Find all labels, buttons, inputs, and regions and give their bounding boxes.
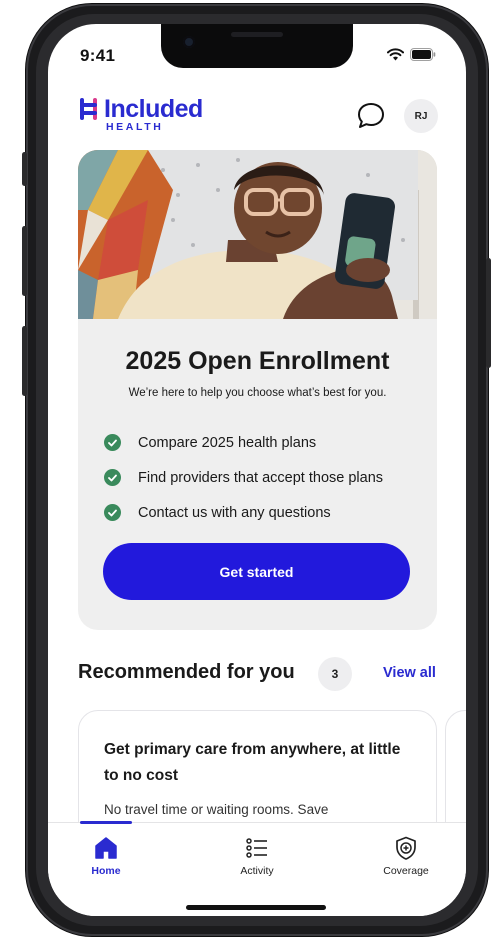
messages-button[interactable]	[356, 100, 386, 130]
checklist-item-label: Find providers that accept those plans	[138, 469, 384, 486]
card-title: 2025 Open Enrollment	[125, 347, 390, 375]
checkmark-icon	[104, 504, 121, 521]
home-icon	[95, 837, 117, 859]
tab-coverage[interactable]: Coverage	[361, 835, 451, 877]
checkmark-icon	[104, 469, 121, 486]
chat-bubble-icon	[358, 103, 384, 128]
tab-activity[interactable]: Activity	[212, 835, 302, 877]
recommendation-body: No travel time or waiting rooms. Save	[104, 802, 329, 817]
checkmark-icon	[104, 434, 121, 451]
volume-down-button	[22, 326, 27, 396]
checklist-item: Compare 2025 health plans	[104, 425, 383, 460]
power-button	[486, 258, 491, 368]
benefits-checklist: Compare 2025 health plans Find providers…	[104, 425, 383, 530]
bottom-tab-bar: Home Activity Coverage	[48, 821, 466, 916]
notch	[161, 24, 353, 68]
status-icons	[387, 48, 436, 61]
shield-plus-icon	[396, 836, 416, 860]
section-title: Recommended for you	[78, 661, 295, 683]
card-subtitle: We’re here to help you choose what’s bes…	[128, 387, 387, 399]
status-time: 9:41	[80, 46, 116, 65]
active-tab-indicator	[80, 821, 132, 824]
get-started-button[interactable]: Get started	[103, 543, 410, 600]
app-screen: 9:41 Included HEALTH RJ 2025 Open Enroll…	[48, 24, 466, 916]
mute-switch	[22, 152, 27, 186]
tab-home[interactable]: Home	[61, 835, 151, 877]
logo-subtitle: HEALTH	[106, 121, 164, 133]
checklist-item-label: Contact us with any questions	[138, 504, 331, 521]
recommendation-heading: Get primary care from anywhere, at littl…	[104, 741, 401, 784]
checklist-item: Find providers that accept those plans	[104, 460, 383, 495]
logo-title: Included	[104, 95, 203, 123]
tab-activity-label: Activity	[240, 865, 274, 877]
battery-icon	[410, 48, 436, 61]
checklist-item-label: Compare 2025 health plans	[138, 434, 317, 451]
count-badge: 3	[318, 657, 352, 691]
person-with-phone-photo	[78, 150, 437, 319]
tab-coverage-label: Coverage	[383, 865, 429, 877]
open-enrollment-card: 2025 Open Enrollment We’re here to help …	[78, 150, 437, 630]
checklist-item: Contact us with any questions	[104, 495, 383, 530]
wifi-icon	[387, 48, 404, 61]
list-icon	[246, 838, 267, 858]
front-camera	[183, 36, 195, 48]
home-indicator[interactable]	[186, 905, 326, 910]
included-health-logo[interactable]: Included HEALTH	[80, 96, 203, 133]
volume-up-button	[22, 226, 27, 296]
view-all-link[interactable]: View all	[383, 665, 436, 681]
speaker-grille	[231, 32, 283, 37]
tab-home-label: Home	[91, 865, 121, 877]
avatar[interactable]: RJ	[404, 99, 438, 133]
hero-image	[78, 150, 437, 319]
logo-mark-icon	[80, 98, 100, 122]
